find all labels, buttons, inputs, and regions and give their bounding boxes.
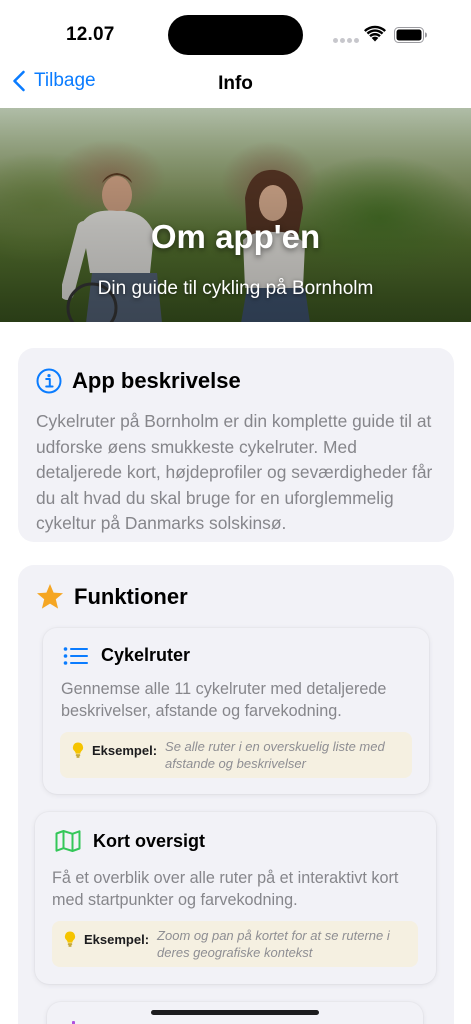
status-bar: 12.07 xyxy=(0,0,471,70)
example-box: Eksempel: Zoom og pan på kortet for at s… xyxy=(52,921,418,967)
feature-description: Få et overblik over alle ruter på et int… xyxy=(52,869,399,909)
feature-header: Kort oversigt xyxy=(55,830,205,852)
example-label: Eksempel: xyxy=(84,932,150,947)
feature-title: Cykelruter xyxy=(101,645,191,665)
dynamic-island xyxy=(168,15,303,55)
battery-icon xyxy=(394,27,427,43)
about-title: App beskrivelse xyxy=(72,368,241,393)
info-circle-icon xyxy=(36,368,62,394)
hero-banner: Om app'en Din guide til cykling på Bornh… xyxy=(0,108,471,322)
about-header: App beskrivelse xyxy=(36,368,241,394)
functions-title: Funktioner xyxy=(74,583,188,609)
navigation-bar: Tilbage Info xyxy=(0,62,471,108)
example-text: Zoom og pan på kortet for at se ruterne … xyxy=(157,928,390,960)
functions-card: Funktioner Cykelruter Gennemse alle 11 c… xyxy=(18,565,454,1024)
about-card: App beskrivelse Cykelruter på Bornholm e… xyxy=(18,348,454,542)
functions-header: Funktioner xyxy=(36,583,188,610)
example-label: Eksempel: xyxy=(92,743,158,758)
map-icon xyxy=(55,830,81,852)
cellular-signal-icon xyxy=(333,38,359,43)
hero-title: Om app'en xyxy=(150,218,321,255)
feature-card-cykelruter[interactable]: Cykelruter Gennemse alle 11 cykelruter m… xyxy=(43,628,429,794)
status-time: 12.07 xyxy=(66,24,115,45)
lightbulb-icon xyxy=(64,931,76,947)
home-indicator xyxy=(151,1010,319,1015)
example-text: Se alle ruter i en overskuelig liste med… xyxy=(165,739,385,771)
feature-title: Kort oversigt xyxy=(93,830,206,851)
list-icon xyxy=(63,646,88,665)
nav-title: Info xyxy=(218,73,253,94)
feature-card-kort-oversigt[interactable]: Kort oversigt Få et overblik over alle r… xyxy=(35,812,436,984)
wifi-icon xyxy=(364,25,386,42)
about-text: Cykelruter på Bornholm er din komplette … xyxy=(36,411,433,533)
feature-header: Cykelruter xyxy=(63,645,190,666)
hero-subtitle: Din guide til cykling på Bornholm xyxy=(97,278,374,299)
example-box: Eksempel: Se alle ruter i en overskuelig… xyxy=(60,732,412,778)
chart-icon xyxy=(72,1021,75,1024)
feature-description: Gennemse alle 11 cykelruter med detaljer… xyxy=(61,680,387,720)
star-icon xyxy=(37,584,63,609)
lightbulb-icon xyxy=(72,742,84,758)
